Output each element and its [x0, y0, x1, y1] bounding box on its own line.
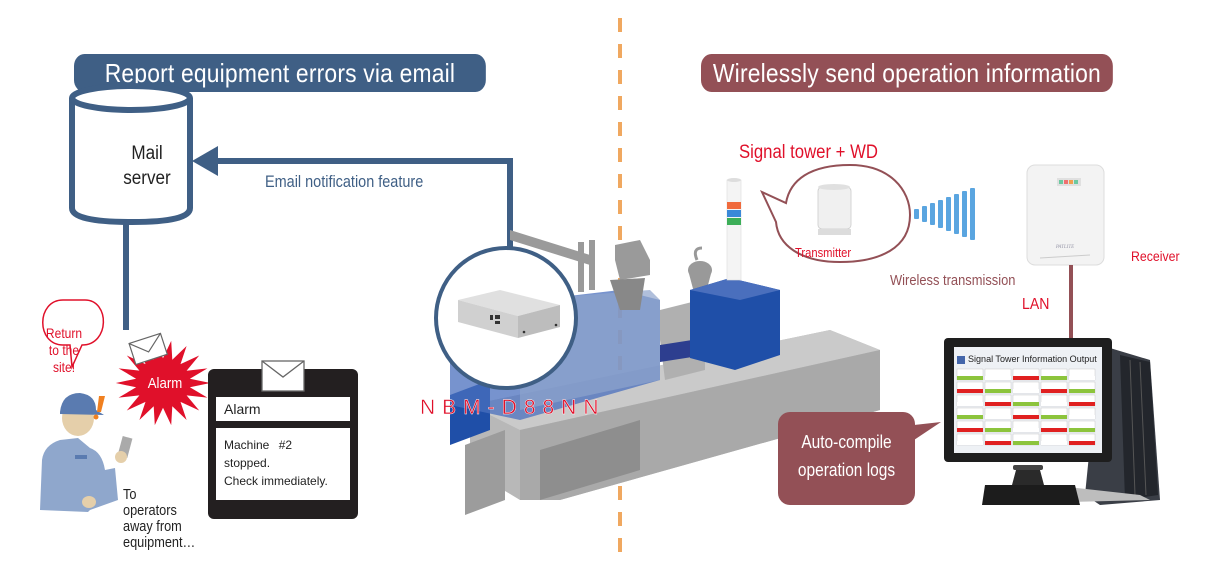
- screen-status-bar: [985, 428, 1011, 432]
- screen-status-bar: [1041, 428, 1067, 432]
- transmitter-label: Transmitter: [795, 245, 852, 260]
- screen-status-bar: [957, 389, 983, 393]
- screen-status-bar: [1013, 376, 1039, 380]
- mail-server-label-line: Mail: [131, 143, 163, 164]
- nbm-device-callout: [434, 246, 578, 390]
- screen-status-bar: [1069, 376, 1095, 380]
- operators-caption: To operators away from equipment…: [123, 486, 196, 551]
- screen-status-bar: [1069, 441, 1095, 445]
- signal-tower-label: Signal tower + WD: [739, 142, 878, 163]
- screen-status-bar: [1069, 428, 1095, 432]
- wireless-transmission-label: Wireless transmission: [890, 272, 1016, 289]
- screen-status-bar: [1069, 389, 1095, 393]
- screen-status-bar: [1041, 415, 1067, 419]
- caption-line: away from: [123, 518, 182, 535]
- email-notification-label: Email notification feature: [265, 172, 424, 191]
- screen-status-bar: [957, 402, 983, 406]
- screen-status-bar: [1013, 415, 1039, 419]
- screen-status-bar: [1013, 441, 1039, 445]
- screen-status-bar: [1013, 402, 1039, 406]
- monitor-screen-title: Signal Tower Information Output: [968, 354, 1097, 365]
- screen-status-bar: [957, 376, 983, 380]
- caption-line: To operators: [123, 486, 177, 519]
- screen-status-bar: [1013, 428, 1039, 432]
- screen-status-bar: [1013, 389, 1039, 393]
- receiver-device: PATLITE: [1026, 164, 1105, 266]
- mail-server-label: Mail server: [90, 141, 203, 191]
- screen-status-bar: [1041, 441, 1067, 445]
- autocompile-line: Auto-compile: [801, 432, 892, 452]
- screen-status-bar: [957, 428, 983, 432]
- screen-status-bar: [957, 415, 983, 419]
- autocompile-line: operation logs: [797, 460, 896, 480]
- screen-status-bar: [1069, 402, 1095, 406]
- screen-status-bar: [1041, 389, 1067, 393]
- screen-status-bar: [985, 389, 1011, 393]
- speech-line: Return: [45, 325, 83, 341]
- receiver-brand: PATLITE: [1055, 245, 1074, 250]
- lan-label: LAN: [1022, 296, 1050, 313]
- screen-status-bar: [985, 376, 1011, 380]
- caption-line: equipment…: [123, 534, 196, 551]
- alarm-burst-label: Alarm: [147, 375, 183, 392]
- receiver-label: Receiver: [1131, 248, 1180, 264]
- speech-line: site!: [52, 359, 76, 375]
- screen-status-bar: [957, 441, 983, 445]
- screen-status-bar: [1041, 376, 1067, 380]
- wireless-signal-icon: [914, 188, 975, 240]
- device-model-label: NBM-D88NN: [420, 396, 606, 419]
- screen-status-bar: [1041, 402, 1067, 406]
- screen-status-bar: [1069, 415, 1095, 419]
- speech-bubble-text: Return to the site!: [40, 325, 88, 376]
- screen-status-bar: [985, 441, 1011, 445]
- screen-status-bar: [985, 415, 1011, 419]
- speech-line: to the: [48, 342, 80, 358]
- screen-status-bar: [985, 402, 1011, 406]
- autocompile-text: Auto-compile operation logs: [788, 428, 906, 484]
- mail-server-label-line: server: [123, 168, 171, 189]
